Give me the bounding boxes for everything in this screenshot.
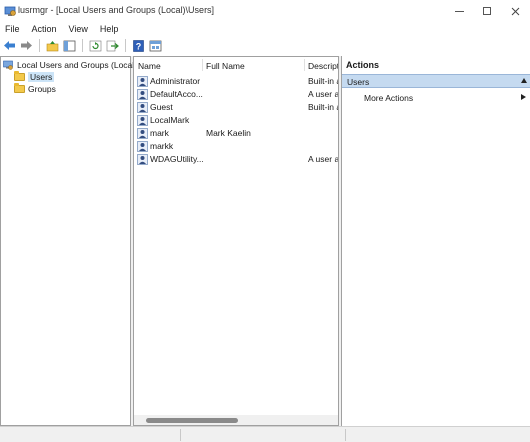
column-divider[interactable]	[304, 59, 305, 71]
computer-management-icon	[4, 6, 16, 16]
list-item[interactable]: DefaultAcco... A user ac	[134, 88, 339, 101]
mmc-window: lusrmgr - [Local Users and Groups (Local…	[0, 0, 530, 442]
horizontal-scrollbar[interactable]	[134, 415, 338, 425]
properties-button[interactable]	[148, 39, 162, 52]
folder-icon	[14, 71, 25, 81]
status-divider	[345, 429, 346, 441]
toolbar: ?	[0, 37, 530, 54]
column-header-name[interactable]: Name	[138, 61, 161, 71]
list-header: Name Full Name Descripti	[134, 57, 338, 73]
user-name: Guest	[150, 102, 173, 112]
help-button[interactable]: ?	[131, 39, 145, 52]
menu-file[interactable]: File	[0, 22, 26, 36]
user-name: markk	[150, 141, 174, 151]
submenu-arrow-icon	[521, 94, 526, 100]
user-icon	[137, 128, 148, 139]
show-hide-tree-icon	[63, 40, 75, 51]
export-list-button[interactable]	[105, 39, 119, 52]
column-header-description[interactable]: Descripti	[308, 61, 338, 71]
tree-item-label: Groups	[28, 84, 56, 94]
tree-item-users[interactable]: Users	[14, 71, 55, 83]
list-item[interactable]: LocalMark	[134, 114, 338, 127]
export-list-icon	[106, 40, 119, 51]
svg-text:?: ?	[135, 41, 141, 51]
list-item[interactable]: WDAGUtility... A user ac	[134, 153, 339, 166]
users-groups-icon	[3, 60, 13, 70]
up-one-level-button[interactable]	[45, 39, 59, 52]
up-folder-icon	[46, 40, 58, 51]
tree-item-label: Local Users and Groups (Local)	[17, 60, 138, 70]
toolbar-separator	[39, 39, 40, 52]
status-divider	[180, 429, 181, 441]
toolbar-separator	[82, 39, 83, 52]
user-description: A user ac	[308, 89, 339, 99]
menu-view[interactable]: View	[63, 22, 94, 36]
menu-help[interactable]: Help	[94, 22, 125, 36]
forward-arrow-icon	[20, 41, 32, 50]
user-full-name: Mark Kaelin	[206, 128, 251, 138]
back-button[interactable]	[2, 39, 16, 52]
user-icon	[137, 76, 148, 87]
user-icon	[137, 154, 148, 165]
show-hide-tree-button[interactable]	[62, 39, 76, 52]
status-bar	[0, 426, 530, 442]
user-description: Built-in a	[308, 102, 339, 112]
tree-item-label: Users	[28, 72, 55, 82]
user-name: Administrator	[150, 76, 201, 86]
more-actions-item[interactable]: More Actions	[364, 93, 413, 103]
refresh-icon	[89, 40, 101, 51]
forward-button[interactable]	[19, 39, 33, 52]
minimize-button[interactable]	[445, 0, 473, 22]
actions-pane: Actions Users More Actions	[341, 56, 530, 426]
console-tree[interactable]: Local Users and Groups (Local) Users Gro…	[0, 56, 137, 426]
user-name: LocalMark	[150, 115, 190, 125]
user-icon	[137, 102, 148, 113]
tree-item-groups[interactable]: Groups	[14, 83, 56, 95]
title-bar[interactable]: lusrmgr - [Local Users and Groups (Local…	[0, 0, 530, 22]
user-list-view[interactable]: Name Full Name Descripti Administrator B…	[133, 56, 339, 426]
folder-icon	[14, 83, 25, 93]
content-area: Local Users and Groups (Local) Users Gro…	[0, 56, 530, 426]
actions-section-label: Users	[347, 77, 370, 87]
user-name: mark	[150, 128, 169, 138]
maximize-icon	[483, 7, 491, 15]
actions-title: Actions	[346, 60, 380, 70]
user-name: WDAGUtility...	[150, 154, 204, 164]
close-button[interactable]	[501, 0, 529, 22]
minimize-icon	[454, 10, 464, 12]
list-item[interactable]: mark Mark Kaelin	[134, 127, 338, 140]
collapse-caret-icon[interactable]	[521, 78, 527, 83]
list-item[interactable]: Guest Built-in a	[134, 101, 339, 114]
user-description: Built-in a	[308, 76, 339, 86]
user-description: A user ac	[308, 154, 339, 164]
help-icon: ?	[132, 39, 144, 52]
column-header-full-name[interactable]: Full Name	[206, 61, 245, 71]
user-icon	[137, 141, 148, 152]
scrollbar-thumb[interactable]	[146, 418, 238, 423]
tree-item-root[interactable]: Local Users and Groups (Local)	[3, 59, 137, 71]
refresh-button[interactable]	[88, 39, 102, 52]
user-name: DefaultAcco...	[150, 89, 203, 99]
toolbar-separator	[125, 39, 126, 52]
column-divider[interactable]	[202, 59, 203, 71]
close-icon	[511, 7, 519, 15]
user-icon	[137, 89, 148, 100]
maximize-button[interactable]	[473, 0, 501, 22]
actions-section-users[interactable]: Users	[342, 74, 530, 88]
properties-icon	[149, 40, 161, 51]
menu-action[interactable]: Action	[26, 22, 63, 36]
back-arrow-icon	[3, 41, 15, 50]
list-item[interactable]: Administrator Built-in a	[134, 75, 339, 88]
window-title: lusrmgr - [Local Users and Groups (Local…	[18, 5, 215, 15]
list-item[interactable]: markk	[134, 140, 338, 153]
user-icon	[137, 115, 148, 126]
menu-bar: File Action View Help	[0, 22, 530, 36]
